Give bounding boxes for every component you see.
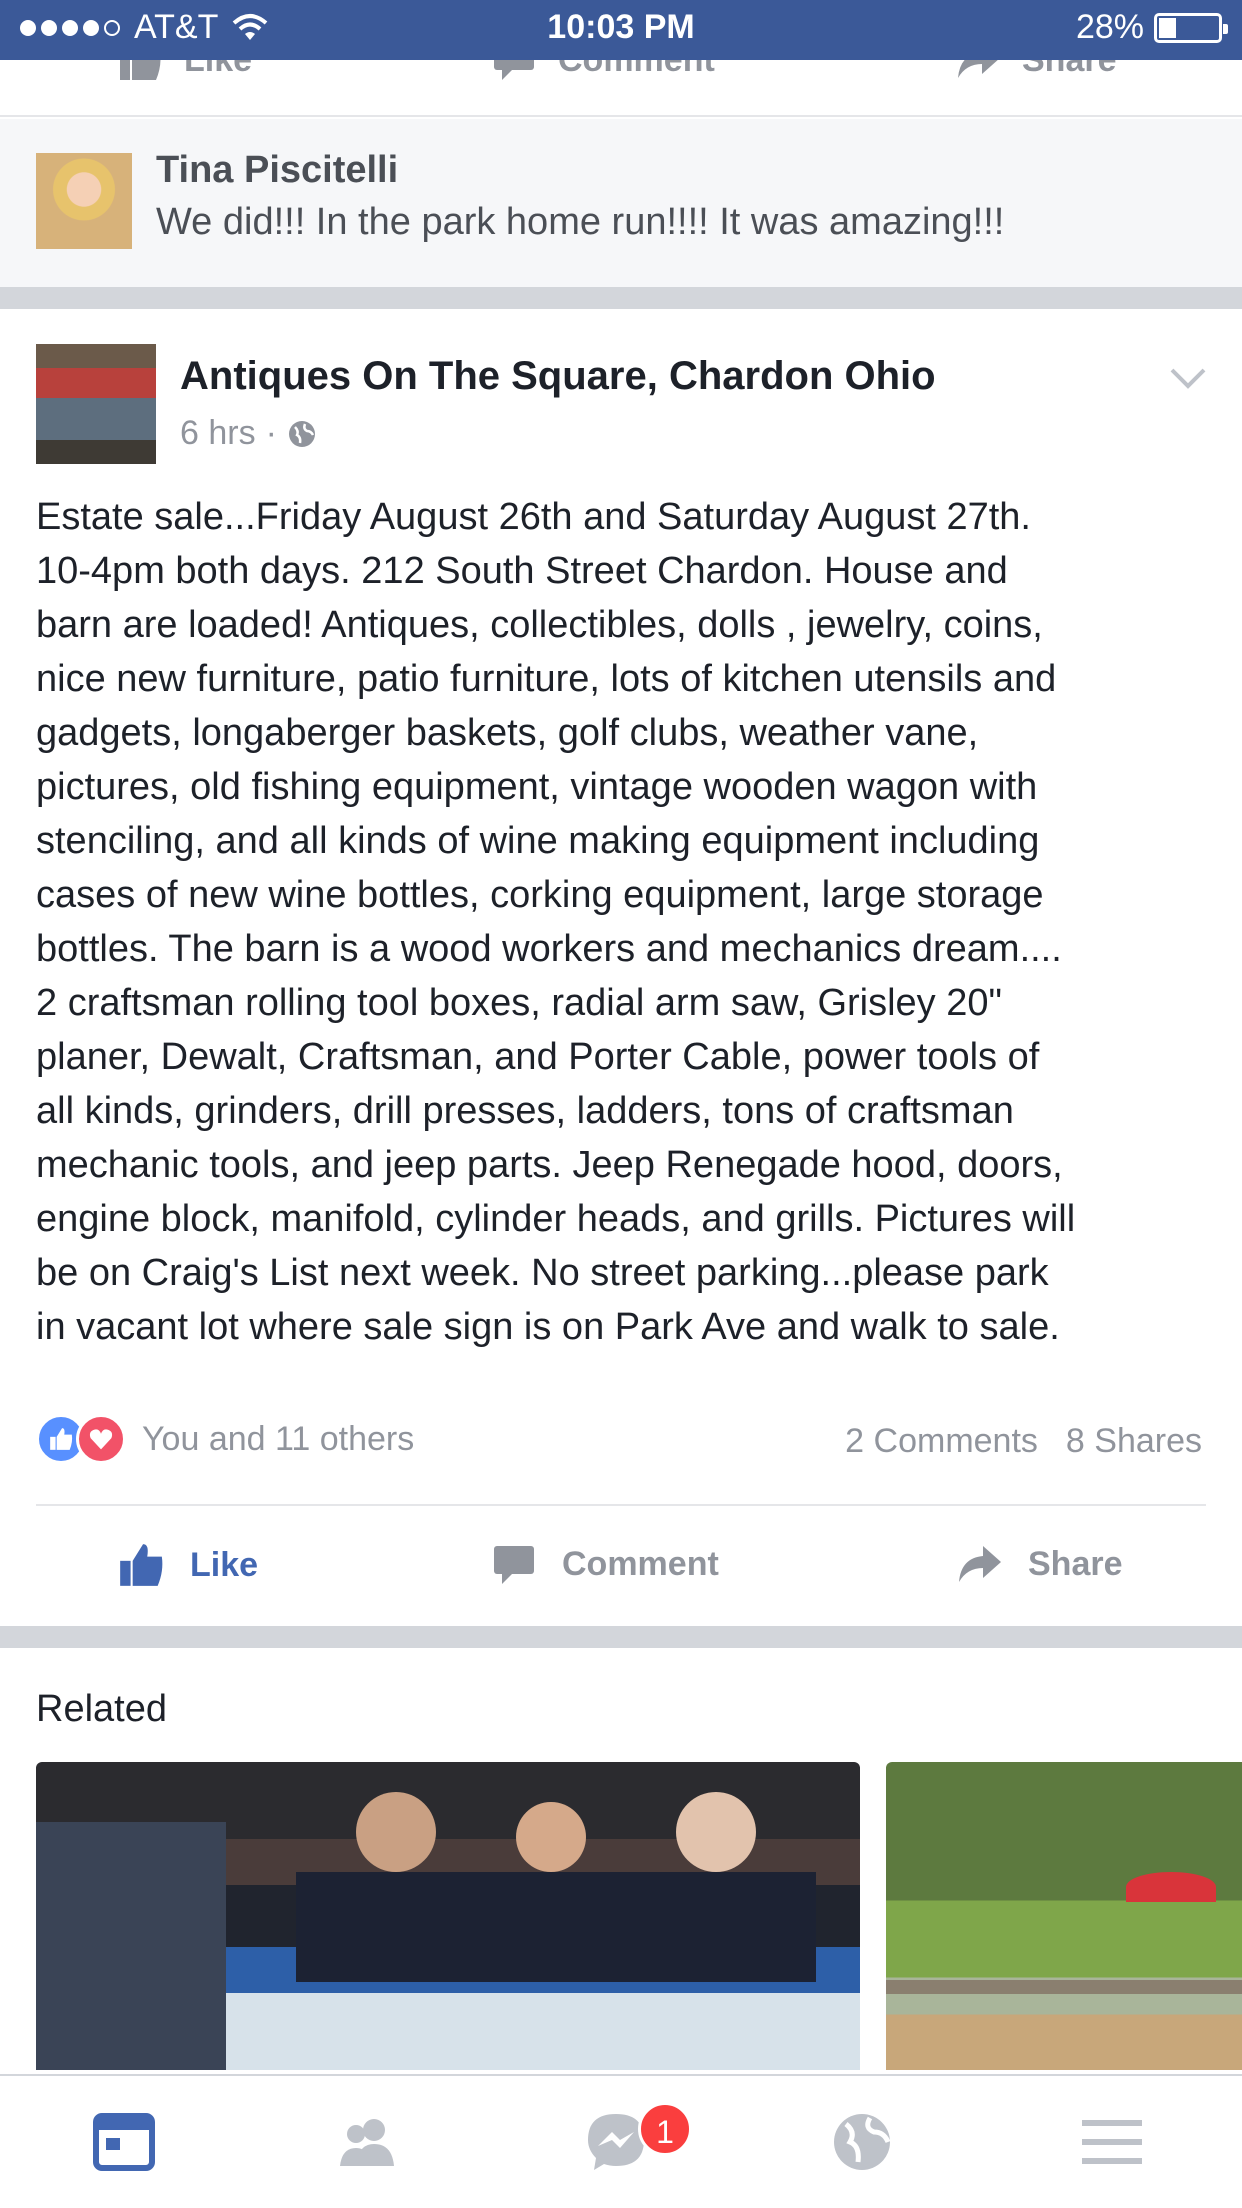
like-button[interactable]: Like xyxy=(116,1540,258,1590)
battery-group: 28% xyxy=(1075,8,1228,47)
shares-count[interactable]: 8 Shares xyxy=(1066,1422,1202,1461)
post-line: nice new furniture, patio furniture, lot… xyxy=(36,658,1057,700)
share-icon xyxy=(958,60,998,78)
avatar[interactable] xyxy=(36,153,132,249)
comment-icon xyxy=(494,1546,534,1584)
comment-button[interactable]: Comment xyxy=(490,1540,719,1588)
previous-like-button[interactable]: Like xyxy=(116,60,252,84)
post-meta: 6 hrs · xyxy=(180,414,317,453)
post-line: 2 craftsman rolling tool boxes, radial a… xyxy=(36,982,1002,1024)
thumbs-up-icon xyxy=(120,60,161,80)
post-line: all kinds, grinders, drill presses, ladd… xyxy=(36,1090,1014,1132)
post-line: planer, Dewalt, Craftsman, and Porter Ca… xyxy=(36,1036,1040,1078)
related-card-image[interactable] xyxy=(36,1762,860,2070)
post-author[interactable]: Antiques On The Square, Chardon Ohio xyxy=(180,354,936,399)
related-card-image[interactable] xyxy=(886,1762,1242,2070)
feed-divider xyxy=(0,1626,1242,1648)
previous-share-button[interactable]: Share xyxy=(954,60,1117,84)
clock: 10:03 PM xyxy=(547,8,695,46)
battery-icon xyxy=(1154,12,1228,43)
reactions-summary[interactable]: You and 11 others xyxy=(36,1414,414,1464)
globe-icon xyxy=(288,420,315,447)
tab-bar xyxy=(0,2074,1242,2208)
reactions-text: You and 11 others xyxy=(142,1419,415,1458)
post-line: in vacant lot where sale sign is on Park… xyxy=(36,1306,1060,1348)
comments-count[interactable]: 2 Comments xyxy=(845,1422,1038,1461)
comment-icon xyxy=(494,60,534,80)
news-feed-icon[interactable] xyxy=(92,2110,156,2174)
post-line: stenciling, and all kinds of wine making… xyxy=(36,820,1040,862)
thumbs-up-icon xyxy=(120,1544,163,1586)
post-line: cases of new wine bottles, corking equip… xyxy=(36,874,1044,916)
comment-preview[interactable]: Tina Piscitelli We did!!! In the park ho… xyxy=(0,119,1242,287)
post-line: mechanic tools, and jeep parts. Jeep Ren… xyxy=(36,1144,1063,1186)
feed-divider xyxy=(0,287,1242,309)
post-line: pictures, old fishing equipment, vintage… xyxy=(36,766,1038,808)
post-line: barn are loaded! Antiques, collectibles,… xyxy=(36,604,1043,646)
post-line: 10-4pm both days. 212 South Street Chard… xyxy=(36,550,1008,592)
post-line: engine block, manifold, cylinder heads, … xyxy=(36,1198,1076,1240)
action-separator xyxy=(36,1504,1206,1506)
status-bar: AT&T 10:03 PM 28% xyxy=(0,0,1242,60)
post-line: gadgets, longaberger baskets, golf clubs… xyxy=(36,712,979,754)
share-icon xyxy=(959,1546,1001,1582)
post-line: be on Craig's List next week. No street … xyxy=(36,1252,1049,1294)
page-avatar[interactable] xyxy=(36,344,156,464)
battery-percent: 28% xyxy=(1075,8,1144,46)
menu-icon[interactable] xyxy=(1080,2110,1144,2174)
comment-text: We did!!! In the park home run!!!! It wa… xyxy=(156,201,1005,243)
related-title: Related xyxy=(36,1688,167,1730)
share-button[interactable]: Share xyxy=(954,1540,1123,1588)
friends-icon[interactable] xyxy=(336,2110,400,2174)
love-reaction-icon xyxy=(76,1414,126,1464)
previous-post-actions: Like Comment Share xyxy=(0,60,1242,117)
post-body: Estate sale...Friday August 26th and Sat… xyxy=(36,490,1216,1354)
post-line: bottles. The barn is a wood workers and … xyxy=(36,928,1062,970)
chevron-down-icon[interactable] xyxy=(1168,358,1208,398)
messenger-badge: 1 xyxy=(638,2102,692,2156)
globe-icon[interactable] xyxy=(830,2110,894,2174)
previous-comment-button[interactable]: Comment xyxy=(490,60,715,84)
engagement-counts: 2 Comments 8 Shares xyxy=(845,1422,1202,1461)
comment-author[interactable]: Tina Piscitelli xyxy=(156,149,398,192)
post-time[interactable]: 6 hrs xyxy=(180,414,256,453)
post-line: Estate sale...Friday August 26th and Sat… xyxy=(36,496,1031,538)
